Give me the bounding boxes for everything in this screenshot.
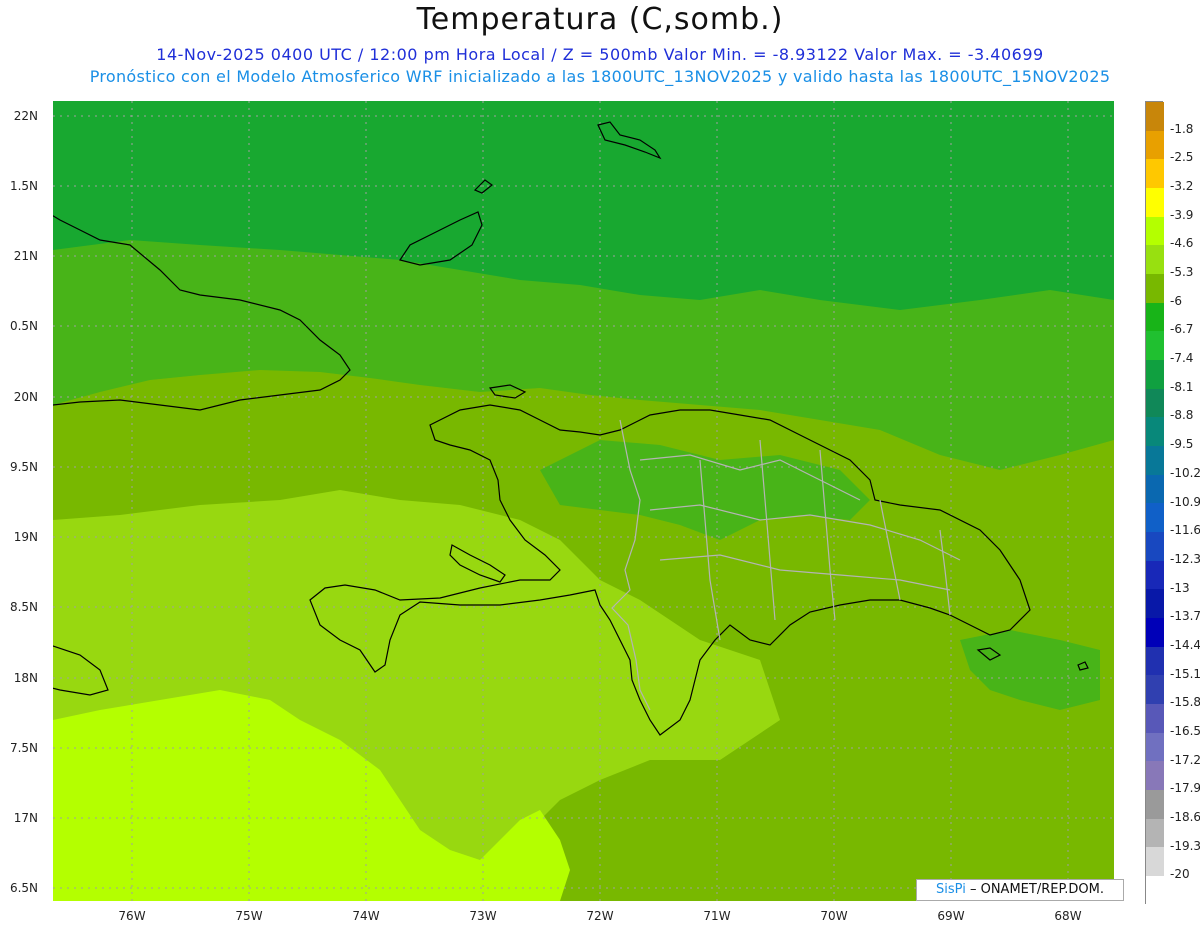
lon-label: 69W (937, 909, 965, 923)
lon-label: 70W (820, 909, 848, 923)
lat-label: 17N (13, 811, 38, 825)
temperature-map (53, 101, 1114, 901)
colorbar-label: -16.5 (1170, 723, 1200, 738)
colorbar-segment (1146, 847, 1164, 877)
colorbar-label: -15.8 (1170, 695, 1200, 710)
colorbar-segment (1146, 331, 1164, 361)
colorbar-segment (1146, 188, 1164, 217)
colorbar-segment (1146, 876, 1164, 905)
lon-label: 71W (703, 909, 731, 923)
colorbar-segment (1146, 245, 1164, 275)
lat-label: 22N (13, 109, 38, 123)
colorbar-label: -19.3 (1170, 838, 1200, 853)
colorbar-label: -2.5 (1170, 150, 1194, 165)
lat-label: 1.5N (9, 179, 38, 193)
colorbar-segment (1146, 216, 1164, 246)
lat-label: 20N (13, 390, 38, 404)
colorbar-segment (1146, 618, 1164, 647)
lat-label: 18N (13, 671, 38, 685)
lon-label: 74W (352, 909, 380, 923)
lon-label: 76W (118, 909, 146, 923)
colorbar-segment (1146, 790, 1164, 819)
colorbar-label: -12.3 (1170, 551, 1200, 566)
colorbar-label: -15.1 (1170, 666, 1200, 681)
colorbar-segment (1146, 274, 1164, 303)
colorbar-segment (1146, 589, 1164, 619)
colorbar-segment (1146, 761, 1164, 791)
colorbar-label: -10.2 (1170, 465, 1200, 480)
colorbar-label: -13 (1170, 580, 1190, 595)
colorbar-segment (1146, 302, 1164, 332)
lat-label: 6.5N (9, 881, 38, 895)
colorbar-label: -9.5 (1170, 437, 1194, 452)
colorbar-segment (1146, 503, 1164, 533)
colorbar-label: -20 (1170, 867, 1190, 882)
colorbar-segment (1146, 159, 1164, 189)
colorbar-label: -8.1 (1170, 379, 1194, 394)
colorbar-segment (1146, 130, 1164, 160)
colorbar-label: -14.4 (1170, 637, 1200, 652)
lat-label: 0.5N (9, 319, 38, 333)
colorbar-label: -3.2 (1170, 179, 1194, 194)
colorbar-label: -11.6 (1170, 523, 1200, 538)
colorbar-segment (1146, 646, 1164, 676)
colorbar-segment (1146, 388, 1164, 418)
lat-label: 21N (13, 249, 38, 263)
lon-label: 72W (586, 909, 614, 923)
colorbar-label: -5.3 (1170, 265, 1194, 280)
colorbar-label: -7.4 (1170, 351, 1194, 366)
lat-label: 7.5N (9, 741, 38, 755)
colorbar-segment (1146, 360, 1164, 389)
lat-label: 9.5N (9, 460, 38, 474)
temperature-field (53, 101, 1114, 901)
colorbar-label: -8.8 (1170, 408, 1194, 423)
colorbar-label: -3.9 (1170, 207, 1194, 222)
colorbar-segment (1146, 417, 1164, 447)
colorbar-segment (1146, 732, 1164, 762)
colorbar-segment (1146, 446, 1164, 475)
lon-label: 68W (1054, 909, 1082, 923)
colorbar-label: -10.9 (1170, 494, 1200, 509)
colorbar-segment (1146, 102, 1164, 131)
credit-box: SisPi – ONAMET/REP.DOM. (916, 879, 1124, 901)
credit-text: – ONAMET/REP.DOM. (965, 882, 1104, 897)
lon-label: 75W (235, 909, 263, 923)
lat-label: 19N (13, 530, 38, 544)
colorbar-label: -4.6 (1170, 236, 1194, 251)
colorbar-segment (1146, 560, 1164, 590)
colorbar-segment (1146, 474, 1164, 504)
colorbar-label: -6.7 (1170, 322, 1194, 337)
colorbar-segment (1146, 532, 1164, 561)
colorbar-label: -17.9 (1170, 781, 1200, 796)
colorbar-label: -1.8 (1170, 121, 1194, 136)
lat-label: 8.5N (9, 600, 38, 614)
colorbar-segment (1146, 675, 1164, 705)
lon-label: 73W (469, 909, 497, 923)
colorbar-label: -13.7 (1170, 609, 1200, 624)
colorbar (1145, 101, 1164, 905)
sispi-logo-text: SisPi (936, 882, 966, 897)
colorbar-label: -17.2 (1170, 752, 1200, 767)
colorbar-segment (1146, 818, 1164, 848)
colorbar-label: -6 (1170, 293, 1182, 308)
colorbar-segment (1146, 704, 1164, 733)
colorbar-label: -18.6 (1170, 809, 1200, 824)
